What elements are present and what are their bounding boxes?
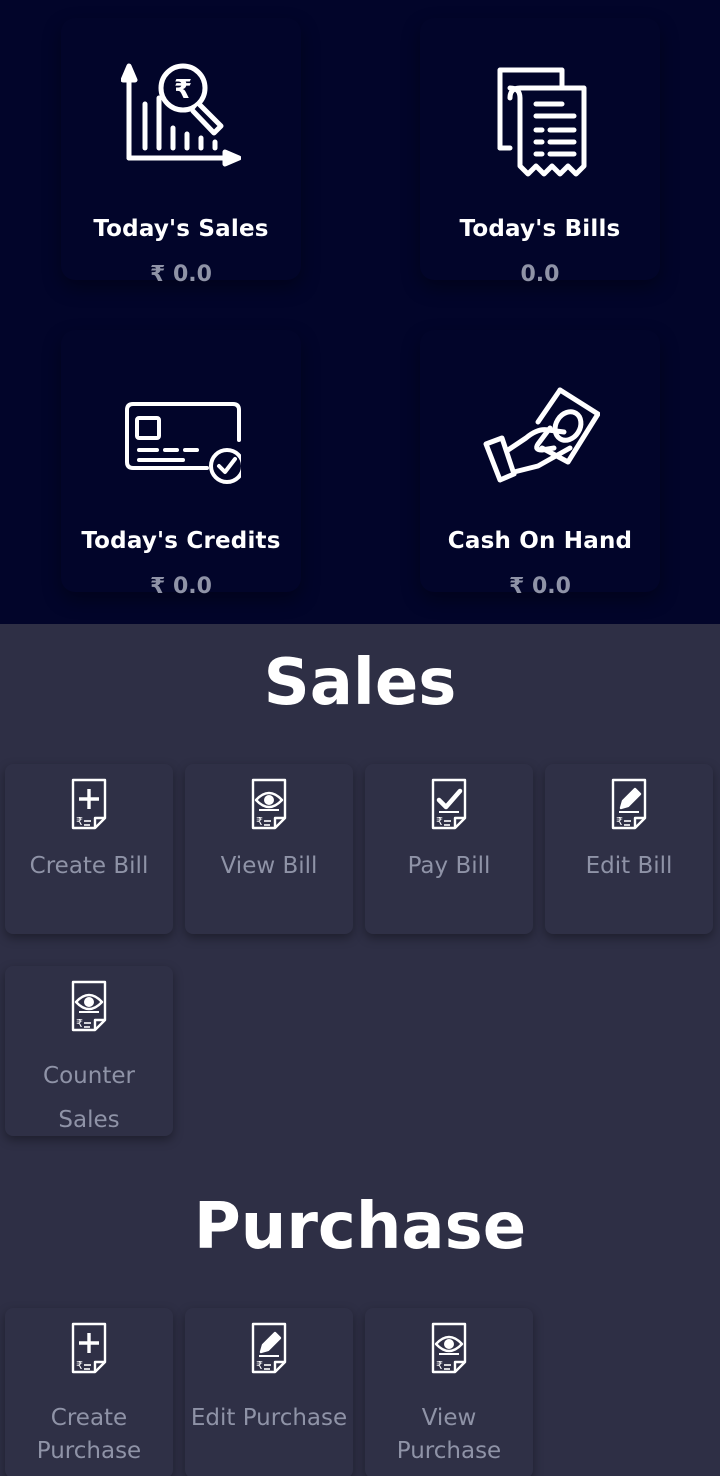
todays-bills-value: 0.0 [520,262,560,287]
svg-text:₹: ₹ [616,815,623,828]
svg-text:₹: ₹ [256,1359,263,1372]
purchase-section-title: Purchase [193,1190,527,1264]
pay-bill-label: Pay Bill [407,853,491,879]
todays-credits-value: ₹ 0.0 [150,574,212,599]
counter-sales-label: Counter Sales [43,1063,135,1133]
svg-text:₹: ₹ [256,815,263,828]
edit-bill-button[interactable]: ₹ Edit Bill [545,764,713,934]
create-bill-label: Create Bill [29,853,149,879]
todays-credits-card[interactable]: Today's Credits ₹ 0.0 [61,330,301,599]
pay-bill-button[interactable]: ₹ Pay Bill [365,764,533,934]
edit-bill-label: Edit Bill [585,853,673,879]
todays-sales-label: Today's Sales [93,216,269,242]
edit-purchase-button[interactable]: ₹ Edit Purchase [185,1308,353,1476]
svg-text:₹: ₹ [436,1359,443,1372]
create-purchase-label: Create Purchase [36,1405,142,1464]
view-purchase-label: View Purchase [396,1405,502,1464]
svg-text:₹: ₹ [76,1359,83,1372]
view-purchase-button[interactable]: ₹ View Purchase [365,1308,533,1476]
svg-text:₹: ₹ [174,75,192,105]
edit-purchase-label: Edit Purchase [190,1405,348,1431]
bill-check-icon: ₹ [431,778,467,832]
bill-eye-icon: ₹ [71,980,107,1034]
todays-bills-label: Today's Bills [459,216,621,242]
hand-cash-icon [480,370,601,490]
receipt-icon [480,58,600,178]
todays-bills-card[interactable]: Today's Bills 0.0 [420,18,660,287]
create-bill-button[interactable]: ₹ Create Bill [5,764,173,934]
bill-plus-icon: ₹ [71,1322,107,1376]
svg-text:₹: ₹ [76,1017,83,1030]
cash-on-hand-card[interactable]: Cash On Hand ₹ 0.0 [420,330,660,599]
dashboard-summary: ₹ Today's Sales ₹ 0.0 Today's Bills 0.0 [0,0,720,624]
svg-text:₹: ₹ [76,815,83,828]
todays-sales-card[interactable]: ₹ Today's Sales ₹ 0.0 [61,18,301,287]
bill-eye-icon: ₹ [431,1322,467,1376]
svg-text:₹: ₹ [436,815,443,828]
counter-sales-button[interactable]: ₹ Counter Sales [5,966,173,1136]
cash-on-hand-label: Cash On Hand [447,528,633,554]
bill-plus-icon: ₹ [71,778,107,832]
bill-pencil-icon: ₹ [611,778,647,832]
view-bill-button[interactable]: ₹ View Bill [185,764,353,934]
bill-eye-icon: ₹ [251,778,287,832]
cash-on-hand-value: ₹ 0.0 [509,574,571,599]
sales-section-title: Sales [263,646,457,720]
sales-chart-icon: ₹ [120,58,242,178]
credit-card-check-icon [121,370,245,490]
bill-pencil-icon: ₹ [251,1322,287,1376]
todays-sales-value: ₹ 0.0 [150,262,212,287]
todays-credits-label: Today's Credits [81,528,281,554]
create-purchase-button[interactable]: ₹ Create Purchase [5,1308,173,1476]
view-bill-label: View Bill [220,853,318,879]
